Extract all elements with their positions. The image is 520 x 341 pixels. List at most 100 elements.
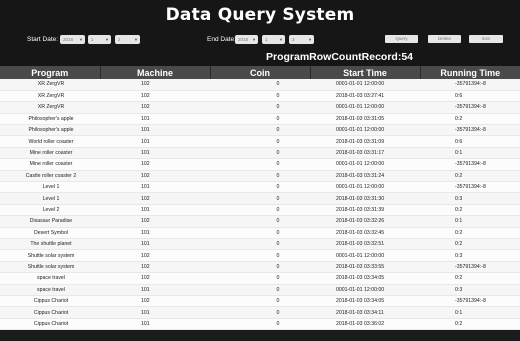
cell-coin: 0 [210, 90, 310, 103]
cell-running-time: 0:2 [420, 113, 520, 126]
start-month-value: 1 [91, 37, 94, 42]
table-row[interactable]: XR ZergVR 102 0 0001-01-01 12:00:00 -3579139… [0, 79, 520, 91]
start-day-select[interactable]: 2 ▼ [115, 35, 140, 44]
table-row[interactable]: Shuttle solar system 102 0 0001-01-01 12:00… [0, 249, 520, 262]
cell-running-time: 0:1 [420, 306, 520, 319]
cell-coin: 0 [210, 215, 310, 228]
cell-running-time: 0:6 [420, 90, 520, 103]
cell-machine: 102 [100, 215, 210, 228]
chevron-down-icon: ▼ [79, 37, 83, 42]
cell-running-time: 0:6 [420, 135, 520, 148]
cell-start-time: 2018-01-03 03:33:55 [310, 261, 420, 274]
cell-running-time: 0:2 [420, 227, 520, 239]
cell-machine: 101 [100, 284, 210, 296]
cell-machine: 101 [100, 318, 210, 331]
cell-machine: 102 [100, 295, 210, 308]
cell-machine: 101 [100, 204, 210, 217]
cell-program: Level 2 [0, 204, 100, 217]
chevron-down-icon: ▼ [134, 37, 138, 42]
cell-machine: 101 [100, 306, 210, 319]
cell-running-time: 0:2 [420, 272, 520, 285]
end-day-select[interactable]: 3 ▼ [289, 35, 314, 44]
cell-start-time: 0001-01-01 12:00:00 [310, 158, 420, 171]
cell-program: XR ZergVR [0, 90, 100, 103]
start-year-value: 2018 [63, 37, 74, 42]
cell-start-time: 2018-01-03 03:34:11 [310, 306, 420, 319]
delete-button[interactable]: Delete [428, 35, 461, 43]
column-header-running-time[interactable]: Running Time [420, 66, 520, 79]
cell-running-time: -35791394:-8 [420, 124, 520, 137]
table-row[interactable]: World roller coaster 101 0 2018-01-03 03:31… [0, 135, 520, 148]
cell-machine: 102 [100, 101, 210, 114]
query-button[interactable]: Query [385, 35, 418, 43]
end-month-value: 1 [265, 37, 268, 42]
table-row[interactable]: Cippus Chariot 102 0 2018-01-03 03:34:05 -35… [0, 295, 520, 308]
cell-start-time: 2018-01-03 03:32:45 [310, 227, 420, 239]
end-month-select[interactable]: 1 ▼ [262, 35, 285, 44]
table-header-row: Program Machine Coin Start Time Running … [0, 66, 520, 79]
cell-machine: 102 [100, 272, 210, 285]
cell-program: Mine roller coaster [0, 147, 100, 160]
end-date-label: End Date: [207, 36, 236, 43]
cell-start-time: 2018-01-03 03:34:05 [310, 295, 420, 308]
cell-start-time: 2018-01-03 03:31:09 [310, 135, 420, 148]
chevron-down-icon: ▼ [105, 37, 109, 42]
table-row[interactable]: Cippus Chariot 101 0 2018-01-03 03:36:02 0:2 [0, 318, 520, 331]
cell-start-time: 0001-01-01 12:00:00 [310, 249, 420, 262]
table-row[interactable]: Level 1 102 0 2018-01-03 03:31:30 0:3 [0, 192, 520, 205]
cell-coin: 0 [210, 113, 310, 126]
table-row[interactable]: Castle roller coaster 2 102 0 2018-01-03 03… [0, 170, 520, 183]
cell-machine: 101 [100, 238, 210, 251]
table-row[interactable]: Level 2 101 0 2018-01-03 03:31:39 0:2 [0, 204, 520, 217]
start-month-select[interactable]: 1 ▼ [88, 35, 111, 44]
cell-running-time: 0:1 [420, 147, 520, 160]
cell-coin: 0 [210, 135, 310, 148]
cell-machine: 102 [100, 192, 210, 205]
cell-coin: 0 [210, 318, 310, 331]
cell-program: Cippus Chariot [0, 318, 100, 331]
cell-running-time: -35791394:-8 [420, 158, 520, 171]
table-row[interactable]: XR ZergVR 102 0 0001-01-01 12:00:00 -3579139… [0, 101, 520, 114]
cell-running-time: 0:3 [420, 192, 520, 205]
column-header-machine[interactable]: Machine [100, 66, 211, 79]
cell-coin: 0 [210, 306, 310, 319]
cell-program: Mine roller coaster [0, 158, 100, 171]
cell-coin: 0 [210, 284, 310, 296]
start-year-select[interactable]: 2018 ▼ [60, 35, 85, 44]
cell-start-time: 2018-01-03 03:31:30 [310, 192, 420, 205]
table-row[interactable]: Shuttle solar system 102 0 2018-01-03 03:33… [0, 261, 520, 274]
app-header: Data Query System Start Date: 2018 ▼ 1 ▼… [0, 0, 520, 66]
cell-coin: 0 [210, 158, 310, 171]
end-year-select[interactable]: 2018 ▼ [235, 35, 258, 44]
table-row[interactable]: Disasaur Paradise 102 0 2018-01-03 03:32:26… [0, 215, 520, 228]
table-row[interactable]: The shuttle planet 101 0 2018-01-03 03:32:5… [0, 238, 520, 251]
results-table: Program Machine Coin Start Time Running … [0, 66, 520, 331]
table-row[interactable]: Mine roller coaster 101 0 2018-01-03 03:31:… [0, 147, 520, 160]
table-row[interactable]: Desert Symbol 101 0 2018-01-03 03:32:45 0:2 [0, 227, 520, 239]
cell-program: space travel [0, 284, 100, 296]
cell-running-time: -35791394:-8 [420, 295, 520, 308]
cell-start-time: 2018-01-03 03:32:51 [310, 238, 420, 251]
cell-running-time: -35791394:-8 [420, 79, 520, 91]
cell-start-time: 0001-01-01 12:00:00 [310, 79, 420, 91]
exit-button[interactable]: Exit [469, 35, 503, 43]
cell-coin: 0 [210, 101, 310, 114]
cell-machine: 102 [100, 249, 210, 262]
table-row[interactable]: space travel 102 0 2018-01-03 03:34:05 0:2 [0, 272, 520, 285]
cell-machine: 101 [100, 124, 210, 137]
table-row[interactable]: Mine roller coaster 102 0 0001-01-01 12:00:… [0, 158, 520, 171]
table-row[interactable]: Philosopher's apple 101 0 2018-01-03 03:31:… [0, 113, 520, 126]
table-row[interactable]: space travel 101 0 0001-01-01 12:00:00 0:3 [0, 284, 520, 296]
cell-program: XR ZergVR [0, 101, 100, 114]
table-row[interactable]: Philosopher's apple 101 0 0001-01-01 12:00:… [0, 124, 520, 137]
table-row[interactable]: XR ZergVR 102 0 2018-01-03 03:27:41 0:6 [0, 90, 520, 103]
cell-program: World roller coaster [0, 135, 100, 148]
column-header-start-time[interactable]: Start Time [310, 66, 421, 79]
cell-coin: 0 [210, 124, 310, 137]
table-row[interactable]: Level 1 101 0 0001-01-01 12:00:00 -35791394:… [0, 181, 520, 194]
cell-running-time: 0:2 [420, 318, 520, 331]
column-header-program[interactable]: Program [0, 66, 101, 79]
end-year-value: 2018 [238, 37, 249, 42]
column-header-coin[interactable]: Coin [210, 66, 311, 79]
table-row[interactable]: Cippus Chariot 101 0 2018-01-03 03:34:11 0:1 [0, 306, 520, 319]
